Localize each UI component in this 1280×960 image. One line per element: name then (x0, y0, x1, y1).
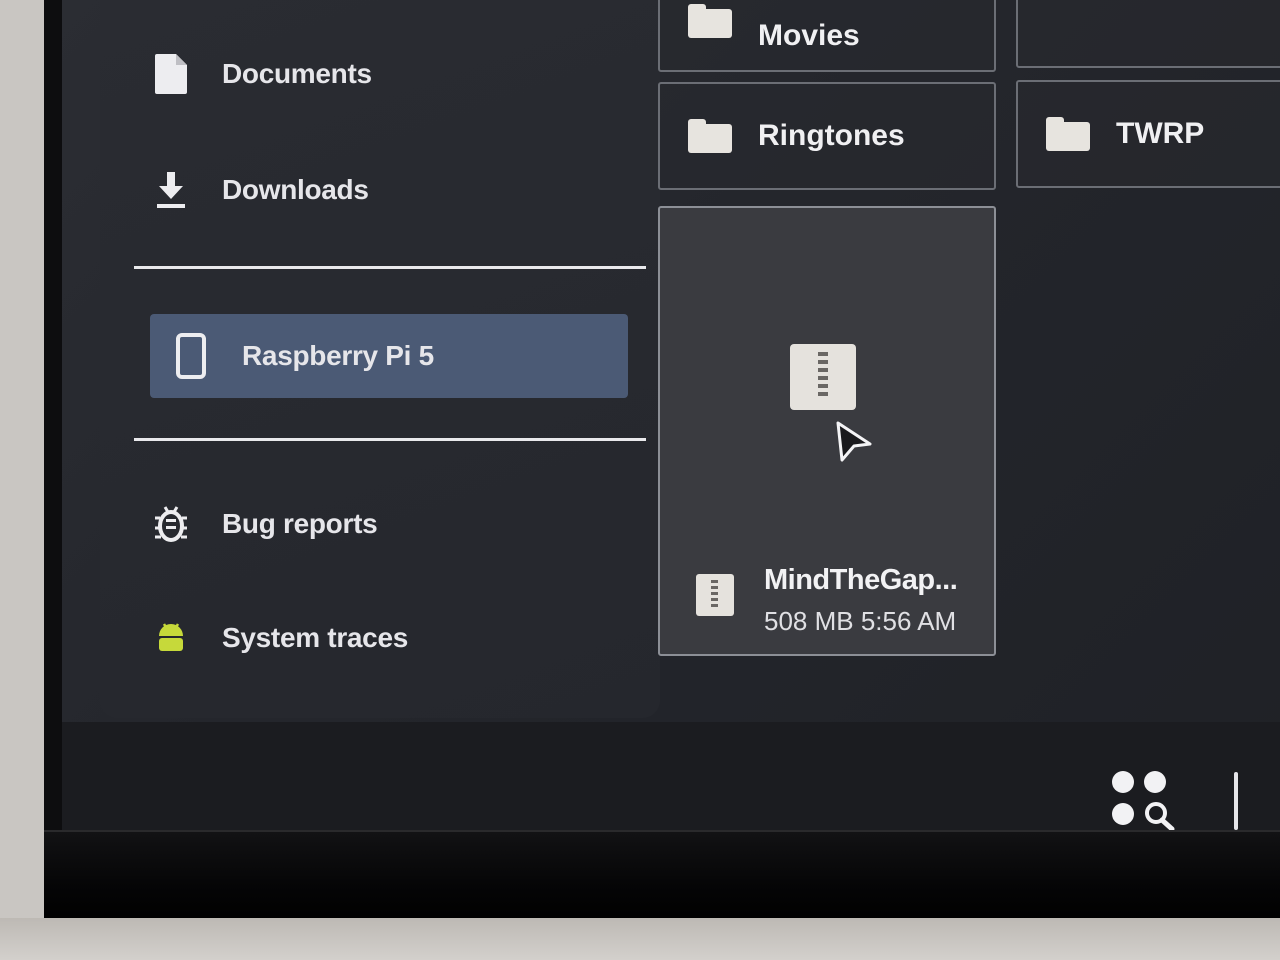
sidebar-item-bug-reports[interactable]: Bug reports (150, 482, 630, 566)
mouse-cursor-icon (836, 421, 872, 462)
zip-archive-icon (790, 344, 856, 410)
photo-stage: Documents Downloads Raspberry Pi 5 Bug r… (0, 0, 1280, 960)
folder-label: Ringtones (758, 119, 905, 152)
folder-label: TWRP (1116, 117, 1205, 150)
sidebar-item-raspberry-pi[interactable]: Raspberry Pi 5 (150, 314, 628, 398)
taskbar (62, 722, 1280, 830)
sidebar-item-system-traces[interactable]: System traces (150, 596, 630, 680)
phone-device-icon (170, 333, 212, 379)
folder-icon (1046, 117, 1090, 151)
android-icon (150, 617, 192, 659)
screen: Documents Downloads Raspberry Pi 5 Bug r… (62, 0, 1280, 830)
sidebar-item-label: Bug reports (222, 508, 378, 539)
folder-label: Movies (758, 19, 860, 52)
zip-archive-icon (696, 574, 734, 616)
divider (134, 266, 646, 269)
document-icon (150, 53, 192, 95)
taskbar-separator (1234, 772, 1238, 830)
desk-surface (0, 918, 1280, 960)
divider (134, 438, 646, 441)
file-name: MindTheGap... (764, 564, 958, 596)
file-tile[interactable]: MindTheGap... 508 MB 5:56 AM (658, 206, 996, 656)
sidebar-item-label: Documents (222, 58, 372, 89)
folder-tile-partial[interactable] (1016, 0, 1280, 68)
download-icon (150, 169, 192, 211)
folder-tile-movies[interactable]: Movies (658, 0, 996, 72)
sidebar-item-label: Downloads (222, 174, 369, 205)
navigation-drawer: Documents Downloads Raspberry Pi 5 Bug r… (100, 0, 660, 718)
sidebar-item-label: System traces (222, 622, 409, 653)
folder-tile-ringtones[interactable]: Ringtones (658, 82, 996, 190)
sidebar-item-documents[interactable]: Documents (150, 32, 630, 116)
folder-icon (688, 119, 732, 153)
app-launcher-search-icon[interactable] (1110, 770, 1176, 830)
sidebar-item-downloads[interactable]: Downloads (150, 148, 630, 232)
bug-icon (150, 503, 192, 545)
folder-icon (688, 4, 732, 38)
folder-tile-twrp[interactable]: TWRP (1016, 80, 1280, 188)
monitor-bezel-bottom (44, 830, 1280, 922)
sidebar-item-label: Raspberry Pi 5 (242, 340, 434, 371)
file-meta: 508 MB 5:56 AM (764, 606, 957, 636)
